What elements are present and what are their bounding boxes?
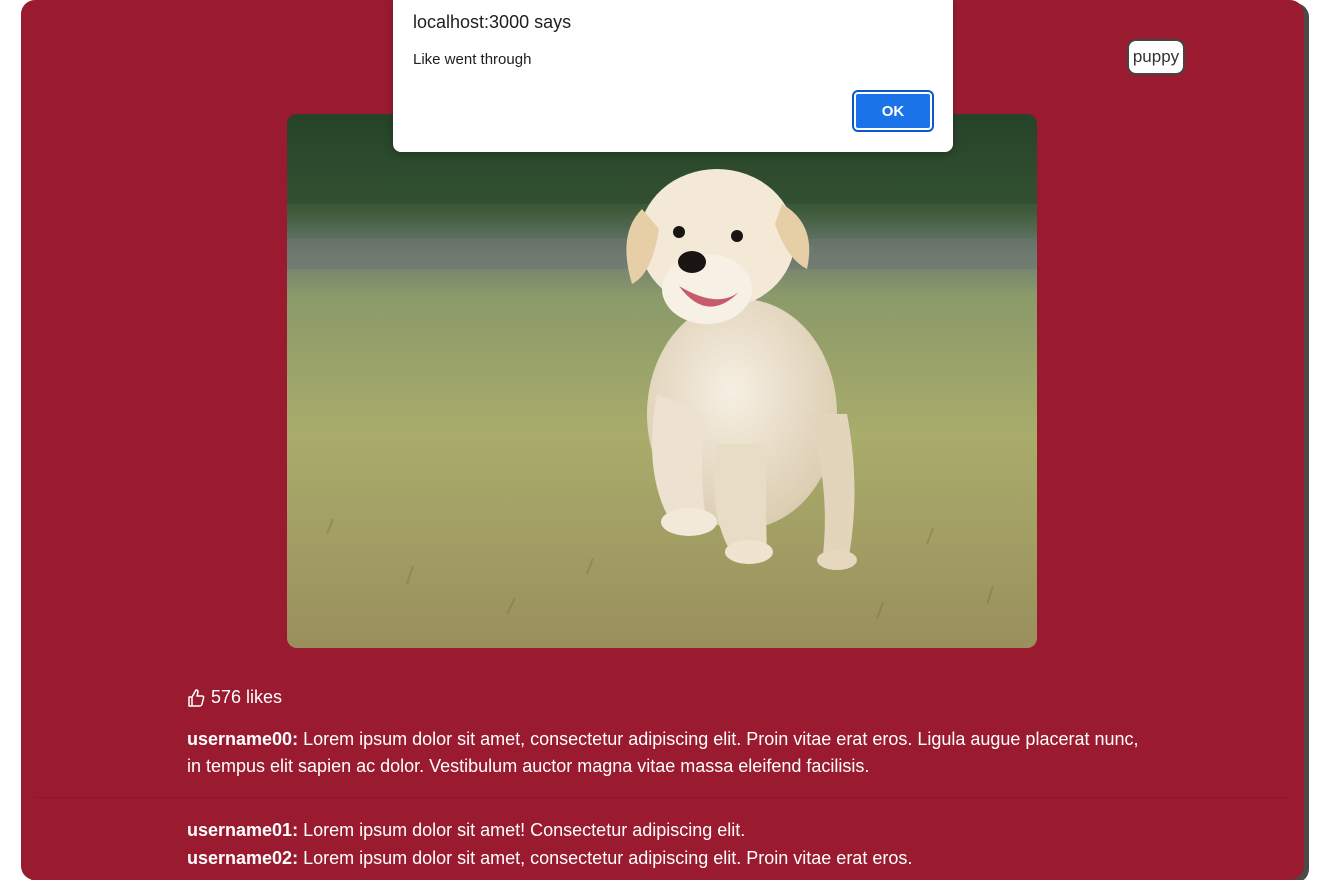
comment-text: Lorem ipsum dolor sit amet, consectetur … — [298, 848, 913, 868]
alert-dialog: localhost:3000 says Like went through OK — [393, 0, 953, 152]
comment-divider — [35, 797, 1290, 798]
comment-username: username02: — [187, 848, 299, 868]
comment-username: username00: — [187, 729, 299, 749]
tag-button-puppy[interactable]: puppy — [1127, 39, 1185, 75]
comment: username01: Lorem ipsum dolor sit amet! … — [187, 817, 1147, 844]
comment-username: username01: — [187, 820, 299, 840]
ok-button[interactable]: OK — [852, 90, 934, 132]
likes-row: 576 likes — [187, 687, 282, 708]
comment-text: Lorem ipsum dolor sit amet! Consectetur … — [298, 820, 746, 840]
comment: username00: Lorem ipsum dolor sit amet, … — [187, 726, 1147, 780]
comment-text: Lorem ipsum dolor sit amet, consectetur … — [187, 729, 1139, 776]
dialog-message: Like went through — [413, 51, 532, 68]
post-image — [287, 114, 1037, 648]
likes-count: 576 likes — [211, 687, 283, 707]
dialog-title: localhost:3000 says — [413, 12, 572, 32]
thumbs-up-icon[interactable] — [187, 688, 205, 708]
comment: username02: Lorem ipsum dolor sit amet, … — [187, 845, 1147, 872]
